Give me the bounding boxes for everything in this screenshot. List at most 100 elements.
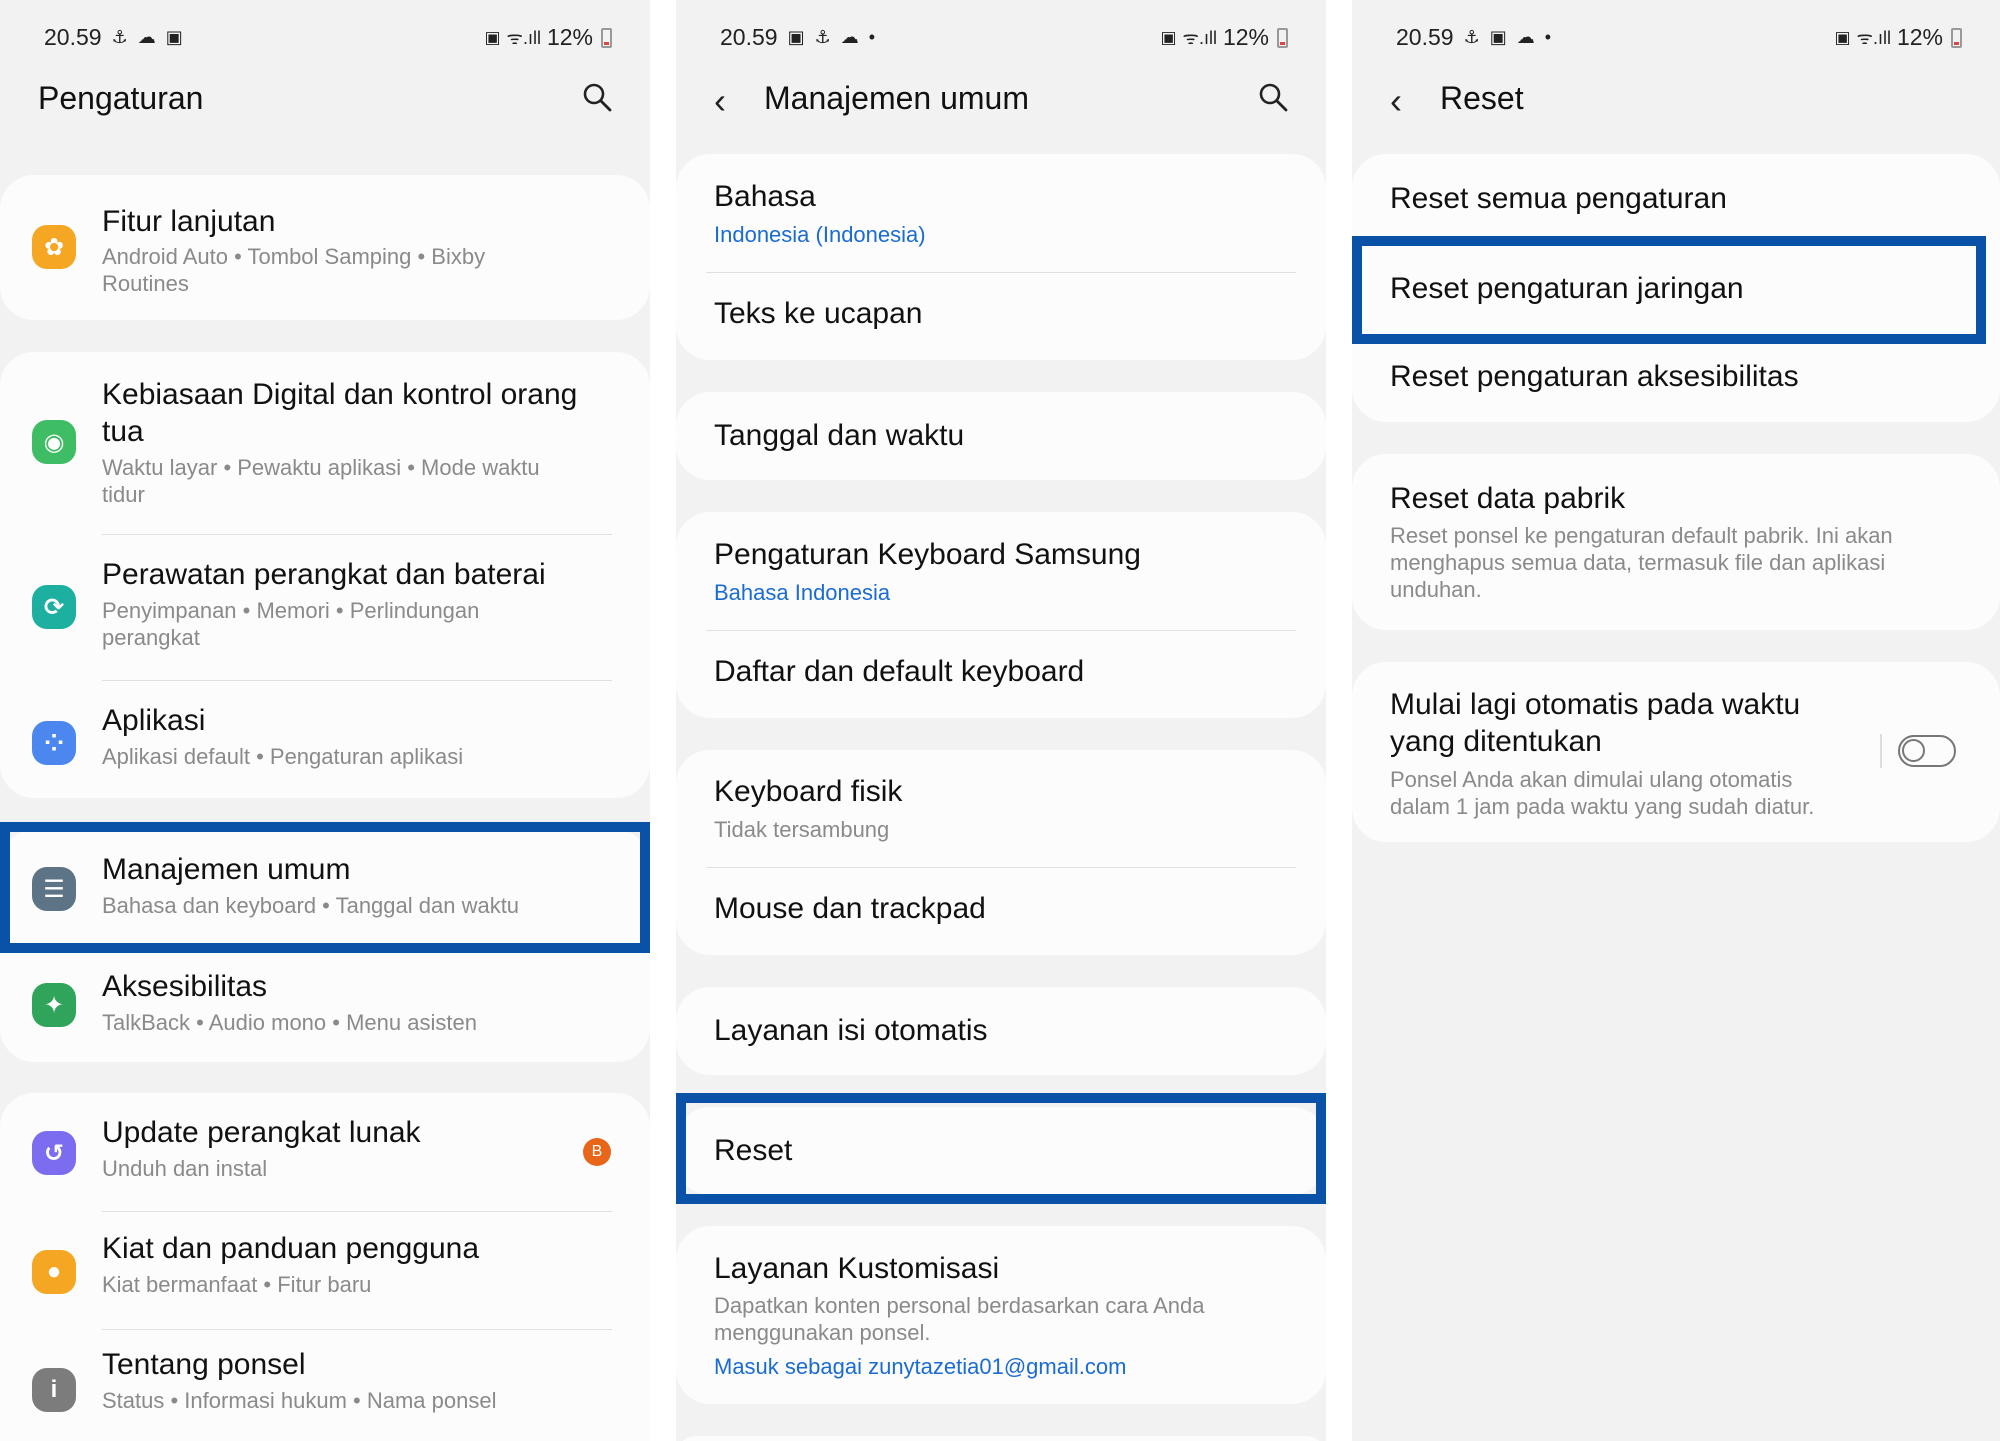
settings-item-factory-reset[interactable]: Reset data pabrik Reset ponsel ke pengat… [1352,454,2000,630]
weather-icon: ☁ [1516,27,1535,47]
reset-screen: 20.59 ⚓ ▣ ☁ • ▣ ᯤ.ıll 12% ‹ Reset Reset … [1352,0,2000,1441]
settings-item-text-to-speech[interactable]: Teks ke ucapan [676,273,1326,360]
search-icon[interactable] [1258,82,1288,112]
item-title: Kiat dan panduan pengguna [102,1232,480,1265]
settings-item-advanced-features[interactable]: ✿ Fitur lanjutan Android Auto • Tombol S… [0,175,650,320]
item-title: Bahasa [714,180,816,213]
item-title: Kebiasaan Digital dan kontrol orang [102,378,578,411]
clock: 20.59 [1396,24,1454,50]
settings-item-apps[interactable]: ⁘ Aplikasi Aplikasi default • Pengaturan… [0,681,650,798]
settings-card: Bahasa Indonesia (Indonesia) Teks ke uca… [676,154,1326,360]
settings-card: Layanan Kustomisasi Dapatkan konten pers… [676,1226,1326,1404]
item-subtitle: unduhan. [1390,577,1482,602]
item-subtitle: Kiat bermanfaat • Fitur baru [102,1272,372,1297]
settings-item-reset-all[interactable]: Reset semua pengaturan [1352,154,2000,244]
settings-item-autofill[interactable]: Layanan isi otomatis [676,987,1326,1075]
item-subtitle: menggunakan ponsel. [714,1320,931,1345]
settings-item-mouse-trackpad[interactable]: Mouse dan trackpad [676,868,1326,955]
back-icon[interactable]: ‹ [714,80,726,122]
back-icon[interactable]: ‹ [1390,80,1402,122]
settings-item-customization-service[interactable]: Layanan Kustomisasi Dapatkan konten pers… [676,1226,1326,1404]
app-bar: ‹ Reset [1352,78,2000,122]
weather-icon: ☁ [840,27,859,47]
settings-item-keyboard-list[interactable]: Daftar dan default keyboard [676,631,1326,718]
vpn-icon: ⚓ [111,27,128,47]
settings-item-accessibility[interactable]: ✦ Aksesibilitas TalkBack • Audio mono • … [0,948,650,1062]
settings-item-device-care[interactable]: ⟳ Perawatan perangkat dan baterai Penyim… [0,535,650,680]
item-title: Layanan isi otomatis [714,1014,988,1047]
item-subtitle: Penyimpanan • Memori • Perlindungan [102,598,480,623]
page-title: Manajemen umum [764,80,1029,116]
vpn-icon: ⚓ [1463,27,1480,47]
item-title: Update perangkat lunak [102,1116,421,1149]
settings-item-about-phone[interactable]: i Tentang ponsel Status • Informasi huku… [0,1330,650,1441]
settings-card: Reset semua pengaturan Reset pengaturan … [1352,154,2000,422]
item-title: Reset pengaturan jaringan [1390,272,1744,305]
settings-item-date-time[interactable]: Tanggal dan waktu [676,392,1326,480]
settings-card: Reset data pabrik Reset ponsel ke pengat… [1352,454,2000,630]
bulb-icon: ● [32,1250,76,1294]
status-bar: 20.59 ⚓ ☁ ▣ ▣ ᯤ.ıll 12% [0,24,650,52]
clock: 20.59 [44,24,102,50]
settings-item-reset-network[interactable]: Reset pengaturan jaringan [1352,244,2000,334]
item-subtitle: Bahasa dan keyboard • Tanggal dan waktu [102,893,520,918]
settings-card: ✿ Fitur lanjutan Android Auto • Tombol S… [0,175,650,320]
battery-icon [601,27,612,48]
app-bar: ‹ Manajemen umum [676,78,1326,122]
sliders-icon: ☰ [32,867,76,911]
item-subtitle: Routines [102,271,189,296]
page-title: Reset [1440,80,1524,116]
item-subtitle: Tidak tersambung [714,817,890,842]
dot-icon: • [1544,27,1552,47]
item-title: Tanggal dan waktu [714,419,965,452]
vpn-icon: ⚓ [814,27,831,47]
item-subtitle: Android Auto • Tombol Samping • Bixby [102,244,486,269]
search-icon[interactable] [582,82,612,112]
item-title: yang ditentukan [1390,725,1602,758]
item-title: Mouse dan trackpad [714,892,986,925]
settings-card: Keyboard fisik Tidak tersambung Mouse da… [676,750,1326,955]
lock-icon: ▣ [1160,27,1177,47]
general-management-screen: 20.59 ▣ ⚓ ☁ • ▣ ᯤ.ıll 12% ‹ Manajemen um… [676,0,1326,1441]
settings-item-auto-restart[interactable]: Mulai lagi otomatis pada waktu yang dite… [1352,662,2000,842]
item-subtitle: perangkat [102,625,200,650]
auto-restart-toggle[interactable] [1898,735,1956,767]
signin-link[interactable]: Masuk sebagai zunytazetia01@gmail.com [714,1353,1126,1380]
settings-item-samsung-keyboard[interactable]: Pengaturan Keyboard Samsung Bahasa Indon… [676,512,1326,630]
item-title: Aplikasi [102,704,206,737]
settings-card: ☰ Manajemen umum Bahasa dan keyboard • T… [0,830,650,1062]
item-title: Reset pengaturan aksesibilitas [1390,360,1799,393]
item-subtitle: Aplikasi default • Pengaturan aplikasi [102,744,464,769]
item-title: Keyboard fisik [714,775,903,808]
item-title: Reset [714,1134,793,1167]
settings-item-software-update[interactable]: ↺ Update perangkat lunak Unduh dan insta… [0,1093,650,1211]
item-subtitle: Ponsel Anda akan dimulai ulang otomatis [1390,767,1793,792]
item-subtitle: Dapatkan konten personal berdasarkan car… [714,1293,1205,1318]
settings-card: Pengaturan Keyboard Samsung Bahasa Indon… [676,512,1326,718]
item-subtitle: Unduh dan instal [102,1156,268,1181]
item-value: Indonesia (Indonesia) [714,222,926,247]
gallery-icon: ▣ [1489,27,1507,47]
digital-wellbeing-icon: ◉ [32,420,76,464]
item-title: Teks ke ucapan [714,297,923,330]
settings-item-digital-wellbeing[interactable]: ◉ Kebiasaan Digital dan kontrol orang tu… [0,352,650,532]
settings-item-reset-accessibility[interactable]: Reset pengaturan aksesibilitas [1352,334,2000,422]
item-title: Aksesibilitas [102,970,268,1003]
settings-item-reset[interactable]: Reset [676,1107,1326,1195]
settings-item-general-management[interactable]: ☰ Manajemen umum Bahasa dan keyboard • T… [0,830,650,948]
settings-card: ◉ Kebiasaan Digital dan kontrol orang tu… [0,352,650,798]
settings-item-physical-keyboard[interactable]: Keyboard fisik Tidak tersambung [676,750,1326,867]
item-title: Daftar dan default keyboard [714,655,1085,688]
weather-icon: ☁ [137,27,156,47]
battery-icon [1277,27,1288,48]
item-subtitle: dalam 1 jam pada waktu yang sudah diatur… [1390,794,1815,819]
settings-card [676,1436,1326,1441]
lock-icon: ▣ [484,27,501,47]
settings-item-language[interactable]: Bahasa Indonesia (Indonesia) [676,154,1326,272]
settings-item-tips[interactable]: ● Kiat dan panduan pengguna Kiat bermanf… [0,1212,650,1329]
item-subtitle: Status • Informasi hukum • Nama ponsel [102,1388,497,1413]
lock-icon: ▣ [1834,27,1851,47]
star-icon: ✿ [32,225,76,269]
item-title: Layanan Kustomisasi [714,1252,1000,1285]
info-icon: i [32,1368,76,1412]
